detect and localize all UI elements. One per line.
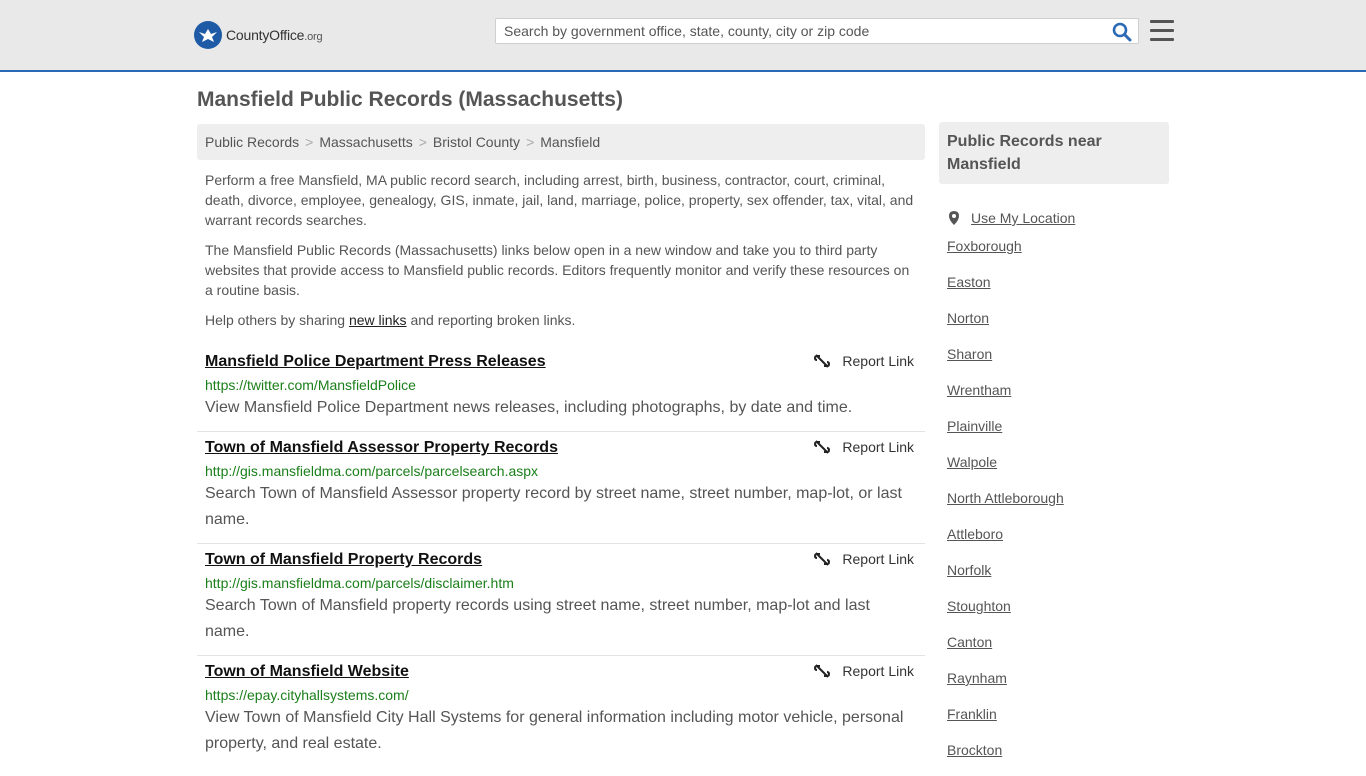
intro-section: Perform a free Mansfield, MA public reco… xyxy=(205,170,917,340)
map-pin-icon xyxy=(949,211,959,225)
nearby-place-link[interactable]: Foxborough xyxy=(947,236,1167,272)
logo-text: CountyOffice.org xyxy=(226,27,323,43)
nearby-place-link[interactable]: Plainville xyxy=(947,416,1167,452)
breadcrumb-separator: > xyxy=(526,134,535,150)
breadcrumb-massachusetts[interactable]: Massachusetts xyxy=(319,134,412,150)
record-item: Town of Mansfield Website Report Link ht… xyxy=(197,656,925,767)
broken-link-icon xyxy=(814,440,831,454)
nearby-place-link[interactable]: Raynham xyxy=(947,668,1167,704)
nearby-place-link[interactable]: Walpole xyxy=(947,452,1167,488)
breadcrumb-bristol-county[interactable]: Bristol County xyxy=(433,134,520,150)
eagle-seal-icon xyxy=(194,21,222,49)
broken-link-icon xyxy=(814,354,831,368)
nearby-place-link[interactable]: Easton xyxy=(947,272,1167,308)
nearby-place-link[interactable]: Attleboro xyxy=(947,524,1167,560)
record-description: Search Town of Mansfield property record… xyxy=(205,597,870,640)
site-logo[interactable]: CountyOffice.org xyxy=(194,20,323,50)
nearby-place-link[interactable]: Stoughton xyxy=(947,596,1167,632)
record-description: View Mansfield Police Department news re… xyxy=(205,399,853,416)
record-url[interactable]: http://gis.mansfieldma.com/parcels/discl… xyxy=(205,575,917,591)
breadcrumb-separator: > xyxy=(418,134,427,150)
broken-link-icon xyxy=(814,552,831,566)
record-title-link[interactable]: Mansfield Police Department Press Releas… xyxy=(205,353,546,371)
record-item: Town of Mansfield Assessor Property Reco… xyxy=(197,432,925,544)
report-link-label: Report Link xyxy=(842,551,914,567)
record-item: Mansfield Police Department Press Releas… xyxy=(197,346,925,432)
report-link-button[interactable]: Report Link xyxy=(814,663,914,679)
nearby-places-list: Use My Location Foxborough Easton Norton… xyxy=(947,200,1167,776)
records-list: Mansfield Police Department Press Releas… xyxy=(197,346,925,767)
breadcrumb: Public Records > Massachusetts > Bristol Cou… xyxy=(197,124,925,160)
record-item: Town of Mansfield Property Records Repor… xyxy=(197,544,925,656)
report-link-label: Report Link xyxy=(842,353,914,369)
hamburger-menu-icon[interactable] xyxy=(1150,20,1174,42)
broken-link-icon xyxy=(814,664,831,678)
nearby-place-link[interactable]: Wrentham xyxy=(947,380,1167,416)
record-description: Search Town of Mansfield Assessor proper… xyxy=(205,485,902,528)
report-link-button[interactable]: Report Link xyxy=(814,551,914,567)
record-url[interactable]: https://epay.cityhallsystems.com/ xyxy=(205,687,917,703)
page-title: Mansfield Public Records (Massachusetts) xyxy=(197,88,623,111)
report-link-label: Report Link xyxy=(842,439,914,455)
nearby-place-link[interactable]: Canton xyxy=(947,632,1167,668)
nearby-place-link[interactable]: Sharon xyxy=(947,344,1167,380)
record-title-link[interactable]: Town of Mansfield Property Records xyxy=(205,551,482,569)
nearby-place-link[interactable]: North Attleborough xyxy=(947,488,1167,524)
intro-paragraph: The Mansfield Public Records (Massachuse… xyxy=(205,242,910,298)
breadcrumb-mansfield: Mansfield xyxy=(540,134,601,150)
record-title-link[interactable]: Town of Mansfield Assessor Property Reco… xyxy=(205,439,558,457)
sidebar-heading: Public Records near Mansfield xyxy=(939,122,1169,184)
breadcrumb-separator: > xyxy=(305,134,314,150)
nearby-place-link[interactable]: Brockton xyxy=(947,740,1167,776)
record-title-link[interactable]: Town of Mansfield Website xyxy=(205,663,409,681)
intro-paragraph: Perform a free Mansfield, MA public reco… xyxy=(205,172,914,228)
report-link-button[interactable]: Report Link xyxy=(814,439,914,455)
search-box xyxy=(495,18,1139,44)
search-input[interactable] xyxy=(496,19,1112,43)
nearby-place-link[interactable]: Franklin xyxy=(947,704,1167,740)
site-header: CountyOffice.org xyxy=(0,0,1366,72)
record-url[interactable]: http://gis.mansfieldma.com/parcels/parce… xyxy=(205,463,917,479)
breadcrumb-public-records[interactable]: Public Records xyxy=(205,134,299,150)
new-links-link[interactable]: new links xyxy=(349,312,407,328)
nearby-place-link[interactable]: Norfolk xyxy=(947,560,1167,596)
nearby-place-link[interactable]: Norton xyxy=(947,308,1167,344)
report-link-button[interactable]: Report Link xyxy=(814,353,914,369)
use-my-location-link[interactable]: Use My Location xyxy=(947,200,1167,236)
record-url[interactable]: https://twitter.com/MansfieldPolice xyxy=(205,377,917,393)
record-description: View Town of Mansfield City Hall Systems… xyxy=(205,709,904,752)
report-link-label: Report Link xyxy=(842,663,914,679)
share-paragraph: Help others by sharing new links and rep… xyxy=(205,312,576,328)
search-icon[interactable] xyxy=(1112,22,1132,42)
